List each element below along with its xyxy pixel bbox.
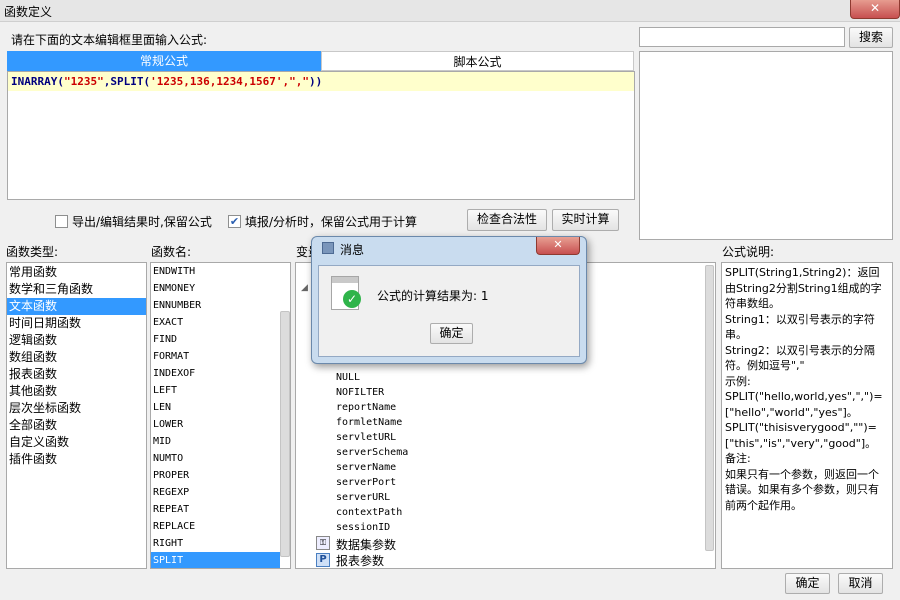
func-name-item[interactable]: LOWER bbox=[151, 416, 280, 433]
func-type-item[interactable]: 自定义函数 bbox=[7, 434, 146, 451]
description-line: 如果只有一个参数，则返回一个错误。如果有多个参数，则只有前两个起作用。 bbox=[725, 467, 879, 512]
func-type-item[interactable]: 层次坐标函数 bbox=[7, 400, 146, 417]
formula-string-3: ,"," bbox=[282, 75, 310, 88]
ok-button[interactable]: 确定 bbox=[785, 573, 830, 594]
func-type-label: 函数类型: bbox=[6, 245, 59, 259]
formula-description: SPLIT(String1,String2)：返回由String2分割Strin… bbox=[721, 262, 893, 569]
description-line: 示例: bbox=[725, 374, 751, 388]
func-name-item[interactable]: LEFT bbox=[151, 382, 280, 399]
report-params-node[interactable]: 报表参数 bbox=[336, 552, 384, 568]
description-line: String2：以双引号表示的分隔符。例如逗号"," bbox=[725, 343, 875, 373]
variable-item[interactable]: serverName bbox=[336, 460, 408, 475]
formula-close-parens: )) bbox=[309, 75, 323, 88]
search-input[interactable] bbox=[639, 27, 845, 47]
func-type-item[interactable]: 数组函数 bbox=[7, 349, 146, 366]
formula-line[interactable]: INARRAY("1235",SPLIT('1235,136,1234,1567… bbox=[8, 72, 634, 91]
formula-string-1: "1235" bbox=[63, 75, 104, 88]
formula-editor[interactable]: INARRAY("1235",SPLIT('1235,136,1234,1567… bbox=[7, 71, 635, 200]
func-type-item[interactable]: 全部函数 bbox=[7, 417, 146, 434]
func-type-item[interactable]: 插件函数 bbox=[7, 451, 146, 468]
func-name-item[interactable]: EXACT bbox=[151, 314, 280, 331]
fill-keep-checkbox[interactable]: ✔ bbox=[228, 215, 241, 228]
func-name-scrollbar[interactable] bbox=[280, 311, 290, 557]
func-name-label: 函数名: bbox=[151, 245, 192, 259]
func-name-item[interactable]: REPEAT bbox=[151, 501, 280, 518]
func-name-item[interactable]: FORMAT bbox=[151, 348, 280, 365]
func-name-item[interactable]: ENMONEY bbox=[151, 280, 280, 297]
variables-scrollbar[interactable] bbox=[705, 265, 714, 551]
editor-prompt: 请在下面的文本编辑框里面输入公式: bbox=[11, 33, 208, 47]
description-line: SPLIT("thisisverygood","")=["this","is",… bbox=[725, 421, 877, 450]
variable-item[interactable]: sessionID bbox=[336, 520, 408, 535]
tree-expand-icon[interactable]: ◢ bbox=[301, 283, 308, 293]
func-name-item[interactable]: SPLIT bbox=[151, 552, 280, 568]
func-type-item[interactable]: 数学和三角函数 bbox=[7, 281, 146, 298]
description-line: SPLIT("hello,world,yes",",")=["hello","w… bbox=[725, 390, 883, 419]
variable-item[interactable]: NULL bbox=[336, 370, 408, 385]
desc-label: 公式说明: bbox=[722, 245, 775, 259]
func-name-item[interactable]: REGEXP bbox=[151, 484, 280, 501]
func-name-list[interactable]: ENDWITH ENMONEY ENNUMBER EXACT FIND FORMAT IND… bbox=[150, 262, 291, 569]
tab-regular-formula[interactable]: 常规公式 bbox=[7, 51, 321, 71]
func-name-item[interactable]: LEN bbox=[151, 399, 280, 416]
func-type-item[interactable]: 时间日期函数 bbox=[7, 315, 146, 332]
formula-func-inarray: INARRAY( bbox=[11, 75, 64, 88]
func-type-item[interactable]: 逻辑函数 bbox=[7, 332, 146, 349]
description-line: SPLIT(String1,String2)：返回由String2分割Strin… bbox=[725, 266, 882, 310]
func-type-item[interactable]: 报表函数 bbox=[7, 366, 146, 383]
func-name-item[interactable]: ENDWITH bbox=[151, 263, 280, 280]
variable-item[interactable]: servletURL bbox=[336, 430, 408, 445]
dialog-title: 消息 bbox=[340, 243, 365, 257]
func-name-item[interactable]: REPLACE bbox=[151, 518, 280, 535]
dataset-params-icon: ⚿ bbox=[316, 536, 330, 550]
realtime-calc-button[interactable]: 实时计算 bbox=[552, 209, 619, 231]
func-name-item[interactable]: PROPER bbox=[151, 467, 280, 484]
search-button[interactable]: 搜索 bbox=[849, 27, 893, 48]
variable-item[interactable]: NOFILTER bbox=[336, 385, 408, 400]
fill-keep-label: 填报/分析时，保留公式用于计算 bbox=[245, 215, 418, 229]
success-check-icon: ✓ bbox=[343, 290, 361, 308]
dialog-app-icon bbox=[322, 242, 334, 254]
export-keep-label: 导出/编辑结果时,保留公式 bbox=[72, 215, 212, 229]
title-bar bbox=[0, 0, 900, 22]
func-name-item[interactable]: FIND bbox=[151, 331, 280, 348]
formula-string-2: '1235,136,1234,1567' bbox=[150, 75, 283, 88]
func-type-item[interactable]: 其他函数 bbox=[7, 383, 146, 400]
window-title: 函数定义 bbox=[4, 5, 53, 19]
dialog-body: ✓ 公式的计算结果为: 1 确定 bbox=[318, 265, 580, 357]
window-close-button[interactable]: ✕ bbox=[850, 0, 900, 19]
variable-item[interactable]: serverPort bbox=[336, 475, 408, 490]
dialog-close-button[interactable]: ✕ bbox=[536, 237, 580, 255]
tab-script-formula[interactable]: 脚本公式 bbox=[321, 51, 634, 71]
description-line: String1：以双引号表示的字符串。 bbox=[725, 312, 875, 342]
formula-func-split: ,SPLIT( bbox=[103, 75, 151, 88]
search-results-panel[interactable] bbox=[639, 51, 893, 240]
description-line: 备注: bbox=[725, 452, 751, 465]
variable-item[interactable]: reportName bbox=[336, 400, 408, 415]
variable-item[interactable]: formletName bbox=[336, 415, 408, 430]
variable-item[interactable]: serverURL bbox=[336, 490, 408, 505]
variable-item[interactable]: contextPath bbox=[336, 505, 408, 520]
cancel-button[interactable]: 取消 bbox=[838, 573, 883, 594]
func-name-item[interactable]: ENNUMBER bbox=[151, 297, 280, 314]
func-name-item[interactable]: MID bbox=[151, 433, 280, 450]
variable-item[interactable]: serverSchema bbox=[336, 445, 408, 460]
func-type-list[interactable]: 常用函数 数学和三角函数 文本函数 时间日期函数 逻辑函数 数组函数 报表函数 其他函数 层次坐… bbox=[6, 262, 147, 569]
func-type-item[interactable]: 文本函数 bbox=[7, 298, 146, 315]
func-name-item[interactable]: RIGHT bbox=[151, 535, 280, 552]
dialog-ok-button[interactable]: 确定 bbox=[430, 323, 473, 344]
func-type-item[interactable]: 常用函数 bbox=[7, 264, 146, 281]
dataset-params-node[interactable]: 数据集参数 bbox=[336, 536, 396, 553]
func-name-item[interactable]: INDEXOF bbox=[151, 365, 280, 382]
func-name-item[interactable]: NUMTO bbox=[151, 450, 280, 467]
message-dialog: 消息 ✕ ✓ 公式的计算结果为: 1 确定 bbox=[311, 236, 587, 364]
check-validity-button[interactable]: 检查合法性 bbox=[467, 209, 547, 231]
dialog-message: 公式的计算结果为: 1 bbox=[377, 289, 489, 303]
report-params-icon: P bbox=[316, 553, 330, 567]
export-keep-checkbox[interactable] bbox=[55, 215, 68, 228]
